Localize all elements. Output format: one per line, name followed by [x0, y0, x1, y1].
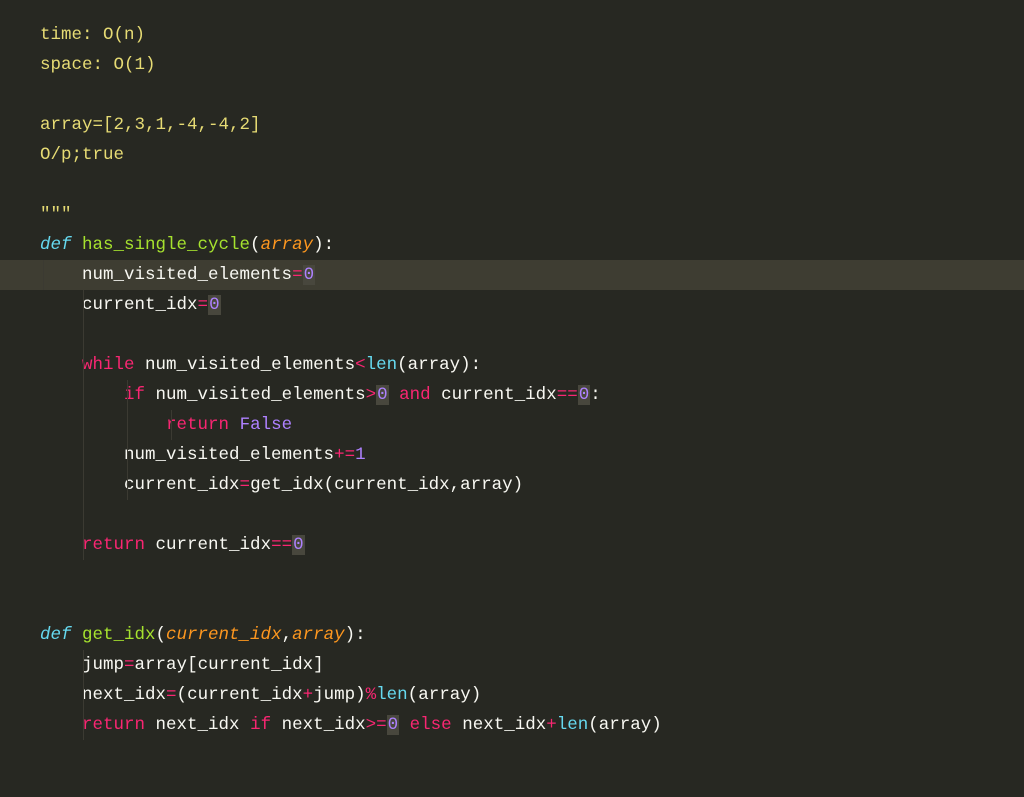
docstring-text: O/p;true [40, 145, 124, 165]
code-line[interactable]: time: O(n) [40, 20, 1024, 50]
code-line[interactable] [40, 320, 1024, 350]
code-line[interactable]: jump=array[current_idx] [40, 650, 1024, 680]
variable: num_visited_elements [124, 445, 334, 465]
variable: current_idx [156, 535, 272, 555]
code-line[interactable]: next_idx=(current_idx+jump)%len(array) [40, 680, 1024, 710]
code-line[interactable]: if num_visited_elements>0 and current_id… [40, 380, 1024, 410]
builtin-len: len [376, 685, 408, 705]
indent-guide [83, 380, 84, 410]
code-line[interactable]: num_visited_elements+=1 [40, 440, 1024, 470]
keyword-and: and [399, 385, 431, 405]
indent-guide [83, 470, 84, 500]
indent-guide [171, 410, 172, 440]
function-call: get_idx [250, 475, 324, 495]
number-literal: 1 [355, 445, 366, 465]
indent-guide [83, 320, 84, 350]
keyword-return: return [166, 415, 229, 435]
docstring-text: space: O(1) [40, 55, 156, 75]
indent-guide [43, 260, 44, 290]
parameter: array [261, 235, 314, 255]
code-line[interactable] [40, 80, 1024, 110]
variable: current_idx [82, 295, 198, 315]
parameter: current_idx [166, 625, 282, 645]
code-line-active[interactable]: num_visited_elements=0 [0, 260, 1024, 290]
indent-guide [83, 680, 84, 710]
code-line[interactable]: array=[2,3,1,-4,-4,2] [40, 110, 1024, 140]
number-literal: 0 [303, 265, 316, 285]
indent-guide [83, 410, 84, 440]
variable: current_idx [124, 475, 240, 495]
number-literal: 0 [208, 295, 221, 315]
indent-guide [83, 290, 84, 320]
number-literal: 0 [292, 535, 305, 555]
function-name: get_idx [72, 625, 156, 645]
variable: num_visited_elements [156, 385, 366, 405]
code-line[interactable]: O/p;true [40, 140, 1024, 170]
code-line[interactable] [40, 590, 1024, 620]
keyword-def: def [40, 625, 72, 645]
code-line[interactable] [40, 500, 1024, 530]
code-line[interactable] [40, 170, 1024, 200]
variable: next_idx [156, 715, 240, 735]
number-literal: 0 [376, 385, 389, 405]
constant-false: False [240, 415, 293, 435]
indent-guide [83, 530, 84, 560]
keyword-return: return [82, 715, 145, 735]
variable: array [135, 655, 188, 675]
variable: next_idx [82, 685, 166, 705]
code-line[interactable]: def get_idx(current_idx,array): [40, 620, 1024, 650]
code-line[interactable]: current_idx=0 [40, 290, 1024, 320]
code-line[interactable]: space: O(1) [40, 50, 1024, 80]
indent-guide [83, 440, 84, 470]
code-line[interactable]: current_idx=get_idx(current_idx,array) [40, 470, 1024, 500]
keyword-while: while [82, 355, 135, 375]
indent-guide [83, 500, 84, 530]
variable: next_idx [462, 715, 546, 735]
indent-guide [83, 650, 84, 680]
keyword-else: else [410, 715, 452, 735]
docstring-text: time: O(n) [40, 25, 145, 45]
code-line[interactable]: while num_visited_elements<len(array): [40, 350, 1024, 380]
variable: jump [82, 655, 124, 675]
code-line[interactable]: return next_idx if next_idx>=0 else next… [40, 710, 1024, 740]
code-line[interactable]: return False [40, 410, 1024, 440]
code-line[interactable] [40, 560, 1024, 590]
code-editor[interactable]: time: O(n) space: O(1) array=[2,3,1,-4,-… [0, 0, 1024, 740]
keyword-return: return [82, 535, 145, 555]
keyword-if: if [250, 715, 271, 735]
function-name: has_single_cycle [72, 235, 251, 255]
docstring-text: array=[2,3,1,-4,-4,2] [40, 115, 261, 135]
variable: num_visited_elements [82, 265, 292, 285]
indent-guide [127, 410, 128, 440]
indent-guide [83, 710, 84, 740]
number-literal: 0 [578, 385, 591, 405]
indent-guide [83, 350, 84, 380]
number-literal: 0 [387, 715, 400, 735]
docstring-end: """ [40, 205, 72, 225]
builtin-len: len [557, 715, 589, 735]
indent-guide [127, 470, 128, 500]
indent-guide [127, 440, 128, 470]
variable: num_visited_elements [145, 355, 355, 375]
variable: next_idx [282, 715, 366, 735]
code-line[interactable]: return current_idx==0 [40, 530, 1024, 560]
variable: current_idx [441, 385, 557, 405]
parameter: array [292, 625, 345, 645]
indent-guide [127, 380, 128, 410]
keyword-def: def [40, 235, 72, 255]
code-line[interactable]: def has_single_cycle(array): [40, 230, 1024, 260]
builtin-len: len [366, 355, 398, 375]
code-line[interactable]: """ [40, 200, 1024, 230]
